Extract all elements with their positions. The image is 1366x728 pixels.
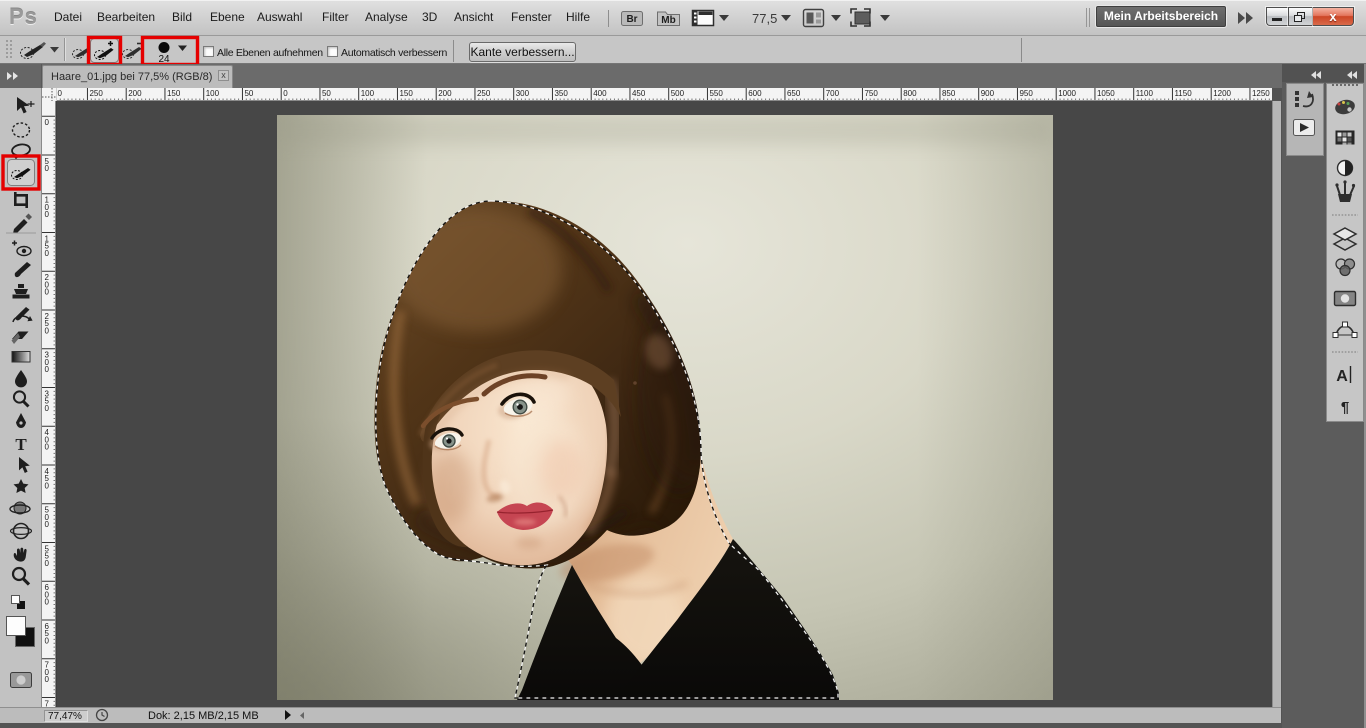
svg-text:500: 500 bbox=[45, 506, 50, 529]
svg-text:150: 150 bbox=[167, 89, 181, 98]
svg-text:¶: ¶ bbox=[1341, 399, 1349, 416]
svg-text:Mb: Mb bbox=[661, 15, 675, 26]
svg-text:100: 100 bbox=[206, 89, 220, 98]
svg-text:50: 50 bbox=[322, 89, 331, 98]
svg-text:350: 350 bbox=[45, 389, 50, 412]
svg-text:1250: 1250 bbox=[1252, 89, 1270, 98]
svg-text:200: 200 bbox=[438, 89, 452, 98]
svg-text:0: 0 bbox=[45, 118, 50, 127]
svg-text:650: 650 bbox=[45, 622, 50, 645]
svg-text:1150: 1150 bbox=[1174, 89, 1192, 98]
svg-text:100: 100 bbox=[45, 196, 50, 219]
svg-text:600: 600 bbox=[45, 583, 50, 606]
svg-text:250: 250 bbox=[89, 89, 103, 98]
svg-text:550: 550 bbox=[709, 89, 723, 98]
svg-text:24: 24 bbox=[158, 54, 170, 64]
svg-text:800: 800 bbox=[903, 89, 917, 98]
svg-text:450: 450 bbox=[632, 89, 646, 98]
svg-text:850: 850 bbox=[942, 89, 956, 98]
svg-text:1100: 1100 bbox=[1136, 89, 1154, 98]
svg-text:250: 250 bbox=[477, 89, 491, 98]
svg-text:350: 350 bbox=[554, 89, 568, 98]
svg-text:T: T bbox=[15, 435, 27, 454]
svg-text:700: 700 bbox=[45, 661, 50, 684]
svg-text:100: 100 bbox=[361, 89, 375, 98]
svg-text:600: 600 bbox=[748, 89, 762, 98]
svg-text:200: 200 bbox=[45, 273, 50, 296]
svg-text:A: A bbox=[1336, 368, 1348, 385]
svg-text:650: 650 bbox=[787, 89, 801, 98]
svg-text:750: 750 bbox=[864, 89, 878, 98]
svg-text:300: 300 bbox=[516, 89, 530, 98]
svg-text:300: 300 bbox=[45, 351, 50, 374]
svg-text:1000: 1000 bbox=[1058, 89, 1076, 98]
svg-text:150: 150 bbox=[45, 234, 50, 257]
svg-text:400: 400 bbox=[45, 428, 50, 451]
svg-text:250: 250 bbox=[45, 312, 50, 335]
svg-text:550: 550 bbox=[45, 544, 50, 567]
svg-text:0: 0 bbox=[58, 89, 63, 98]
svg-text:900: 900 bbox=[981, 89, 995, 98]
svg-text:750: 750 bbox=[45, 699, 50, 707]
svg-text:0: 0 bbox=[283, 89, 288, 98]
svg-text:77,5: 77,5 bbox=[752, 11, 777, 26]
svg-text:1050: 1050 bbox=[1097, 89, 1115, 98]
svg-text:50: 50 bbox=[45, 157, 50, 173]
svg-text:700: 700 bbox=[826, 89, 840, 98]
svg-text:50: 50 bbox=[244, 89, 253, 98]
svg-text:150: 150 bbox=[399, 89, 413, 98]
svg-text:Br: Br bbox=[626, 14, 637, 25]
svg-text:200: 200 bbox=[128, 89, 142, 98]
svg-text:1200: 1200 bbox=[1213, 89, 1231, 98]
svg-text:400: 400 bbox=[593, 89, 607, 98]
svg-text:950: 950 bbox=[1019, 89, 1033, 98]
svg-text:450: 450 bbox=[45, 467, 50, 490]
svg-text:500: 500 bbox=[671, 89, 685, 98]
